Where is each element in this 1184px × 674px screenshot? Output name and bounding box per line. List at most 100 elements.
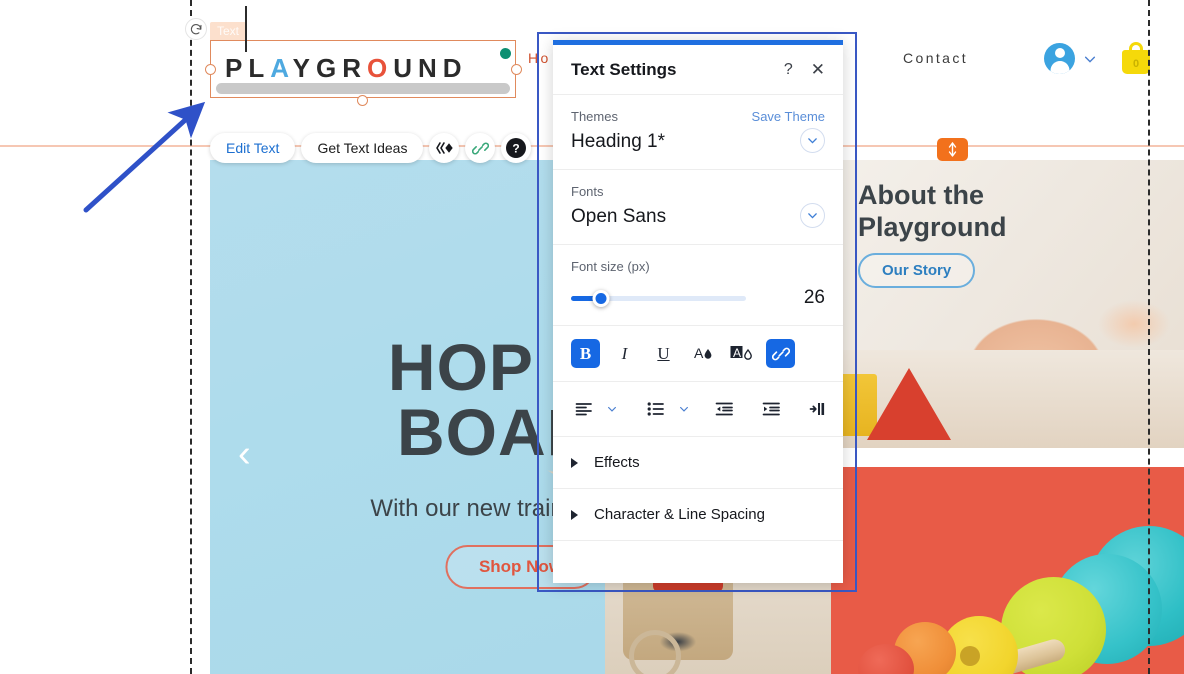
avatar[interactable] — [1044, 43, 1075, 74]
letter-g: G — [315, 53, 343, 83]
nav-item-contact[interactable]: Contact — [903, 50, 968, 66]
align-dropdown-chevron[interactable] — [599, 396, 625, 422]
themes-section: Themes Save Theme Heading 1* — [553, 95, 843, 170]
themes-dropdown-button[interactable] — [800, 128, 825, 153]
letter-o: O — [366, 53, 394, 83]
underline-button[interactable]: U — [649, 339, 678, 368]
link-button[interactable] — [766, 339, 795, 368]
help-icon: ? — [506, 138, 527, 158]
text-placeholder-bar — [216, 83, 510, 94]
animation-icon — [436, 142, 453, 154]
list-dropdown-chevron[interactable] — [671, 396, 697, 422]
toys-section[interactable] — [831, 455, 1184, 674]
rotate-icon — [190, 23, 202, 34]
letter-p: P — [225, 53, 249, 83]
vertical-resize-icon — [948, 142, 957, 157]
chevron-down-icon — [808, 213, 817, 219]
letter-u: U — [393, 53, 418, 83]
cart-count: 0 — [1132, 58, 1140, 70]
red-triangle-shape — [867, 368, 951, 440]
align-left-icon — [575, 403, 592, 416]
font-size-label: Font size (px) — [571, 259, 650, 274]
text-direction-button[interactable] — [809, 396, 826, 422]
font-size-row: 26 — [571, 287, 825, 309]
element-type-badge: Text — [210, 22, 246, 40]
fonts-label: Fonts — [571, 184, 604, 199]
highlight-color-icon: A — [730, 345, 752, 360]
mid-toy-image-block — [831, 350, 1184, 448]
rotate-handle[interactable] — [185, 18, 207, 40]
account-menu[interactable] — [1044, 43, 1097, 74]
bullet-list-button[interactable] — [643, 396, 669, 422]
stacking-rings-image — [858, 494, 1184, 674]
text-align-button[interactable] — [571, 396, 597, 422]
fonts-dropdown-button[interactable] — [800, 203, 825, 228]
fonts-value: Open Sans — [571, 206, 667, 227]
increase-indent-button[interactable] — [762, 396, 781, 422]
font-size-section: Font size (px) 26 — [553, 245, 843, 326]
save-theme-link[interactable]: Save Theme — [752, 109, 825, 124]
toys-section-top-strip — [831, 455, 1184, 467]
fonts-section: Fonts Open Sans — [553, 170, 843, 245]
text-color-button[interactable]: A — [688, 339, 717, 368]
font-size-slider[interactable] — [571, 289, 746, 307]
cart-button[interactable]: 0 — [1122, 42, 1150, 74]
letter-y: Y — [292, 53, 316, 83]
chevron-down-icon — [608, 406, 616, 412]
editor-screenshot: Ho Contact 0 HOP ON BOARD With our new t… — [0, 0, 1184, 674]
animation-button[interactable] — [429, 133, 460, 163]
highlight-color-button[interactable]: A — [727, 339, 756, 368]
accordion-collapsed-triangle-icon — [571, 509, 578, 520]
panel-header: Text Settings ? ✕ — [553, 45, 843, 95]
bullet-list-icon — [647, 402, 664, 416]
text-cursor-caret — [245, 6, 247, 52]
link-icon — [471, 142, 489, 154]
get-text-ideas-button[interactable]: Get Text Ideas — [301, 133, 424, 163]
resize-handle-left[interactable] — [205, 64, 216, 75]
letter-d: D — [442, 53, 468, 83]
train-wheel-shape — [629, 630, 681, 674]
resize-handle-right[interactable] — [511, 64, 522, 75]
effects-accordion-label: Effects — [594, 454, 640, 471]
decrease-indent-button[interactable] — [715, 396, 734, 422]
font-size-value: 26 — [803, 287, 825, 308]
svg-text:A: A — [733, 346, 741, 360]
panel-help-icon[interactable]: ? — [784, 61, 793, 79]
annotation-arrow — [83, 101, 206, 213]
resize-handle-bottom[interactable] — [357, 95, 368, 106]
selected-text-content: PLAYGROUND — [225, 53, 468, 84]
italic-button[interactable]: I — [610, 339, 639, 368]
text-settings-panel[interactable]: Text Settings ? ✕ Themes Save Theme Head… — [553, 40, 843, 583]
edit-text-button[interactable]: Edit Text — [210, 133, 296, 163]
help-button[interactable]: ? — [501, 133, 532, 163]
ring-hole — [960, 646, 980, 666]
bold-button[interactable]: B — [571, 339, 600, 368]
effects-accordion[interactable]: Effects — [553, 437, 843, 489]
chevron-down-icon — [680, 406, 688, 412]
chevron-down-icon[interactable] — [1083, 52, 1097, 66]
link-icon — [771, 347, 790, 360]
svg-text:A: A — [694, 345, 704, 361]
svg-text:?: ? — [513, 142, 520, 156]
themes-value: Heading 1* — [571, 131, 666, 152]
text-align-group — [571, 396, 625, 422]
right-margin-guide — [1148, 0, 1150, 674]
letter-r: R — [342, 53, 367, 83]
element-action-toolbar: Edit Text Get Text Ideas ? — [210, 133, 532, 163]
carousel-prev-arrow[interactable]: ‹ — [238, 435, 262, 475]
section-resize-handle[interactable] — [937, 138, 968, 161]
letter-n: N — [418, 53, 443, 83]
about-title-line2: Playground — [858, 211, 1007, 242]
text-color-icon: A — [694, 345, 711, 361]
link-button[interactable] — [465, 133, 496, 163]
about-title: About the Playground — [858, 180, 1148, 244]
accordion-collapsed-triangle-icon — [571, 457, 578, 468]
format-buttons-row: B I U A A — [553, 326, 843, 382]
character-line-spacing-accordion[interactable]: Character & Line Spacing — [553, 489, 843, 541]
collaborator-presence-dot — [500, 48, 511, 59]
slider-thumb[interactable] — [592, 289, 610, 307]
outdent-icon — [715, 402, 733, 416]
chevron-down-icon — [808, 138, 817, 144]
panel-close-icon[interactable]: ✕ — [811, 60, 825, 80]
our-story-button[interactable]: Our Story — [858, 253, 976, 288]
